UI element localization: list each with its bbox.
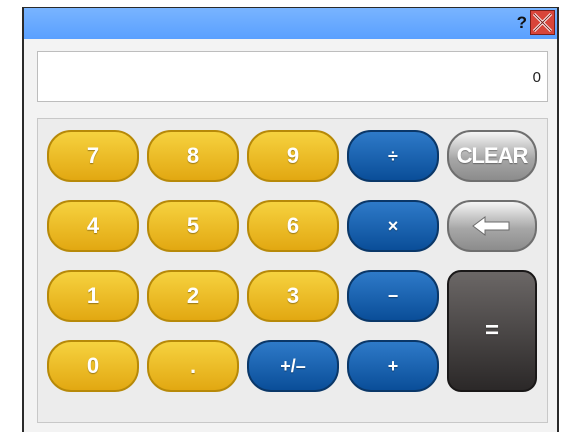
close-icon — [532, 12, 553, 33]
clear-button[interactable]: CLEAR — [447, 130, 537, 182]
key-5[interactable]: 5 — [147, 200, 239, 252]
key-3[interactable]: 3 — [247, 270, 339, 322]
key-1[interactable]: 1 — [47, 270, 139, 322]
title-bar: ? — [24, 8, 557, 39]
key-7[interactable]: 7 — [47, 130, 139, 182]
key-8[interactable]: 8 — [147, 130, 239, 182]
key-0[interactable]: 0 — [47, 340, 139, 392]
close-button[interactable] — [530, 10, 555, 35]
key-add[interactable]: + — [347, 340, 439, 392]
calculator-window: ? 0 7 8 9 ÷ CLEAR 4 5 6 × 1 2 3 − = 0 . … — [22, 7, 559, 432]
key-divide[interactable]: ÷ — [347, 130, 439, 182]
backspace-arrow-icon — [472, 216, 510, 236]
equals-button[interactable]: = — [447, 270, 537, 392]
key-2[interactable]: 2 — [147, 270, 239, 322]
key-plus-minus[interactable]: +/– — [247, 340, 339, 392]
key-multiply[interactable]: × — [347, 200, 439, 252]
key-subtract[interactable]: − — [347, 270, 439, 322]
key-6[interactable]: 6 — [247, 200, 339, 252]
keypad: 7 8 9 ÷ CLEAR 4 5 6 × 1 2 3 − = 0 . +/– … — [37, 118, 548, 423]
key-9[interactable]: 9 — [247, 130, 339, 182]
backspace-button[interactable] — [447, 200, 537, 252]
help-button[interactable]: ? — [517, 13, 527, 33]
result-display: 0 — [37, 51, 548, 102]
key-4[interactable]: 4 — [47, 200, 139, 252]
key-decimal[interactable]: . — [147, 340, 239, 392]
